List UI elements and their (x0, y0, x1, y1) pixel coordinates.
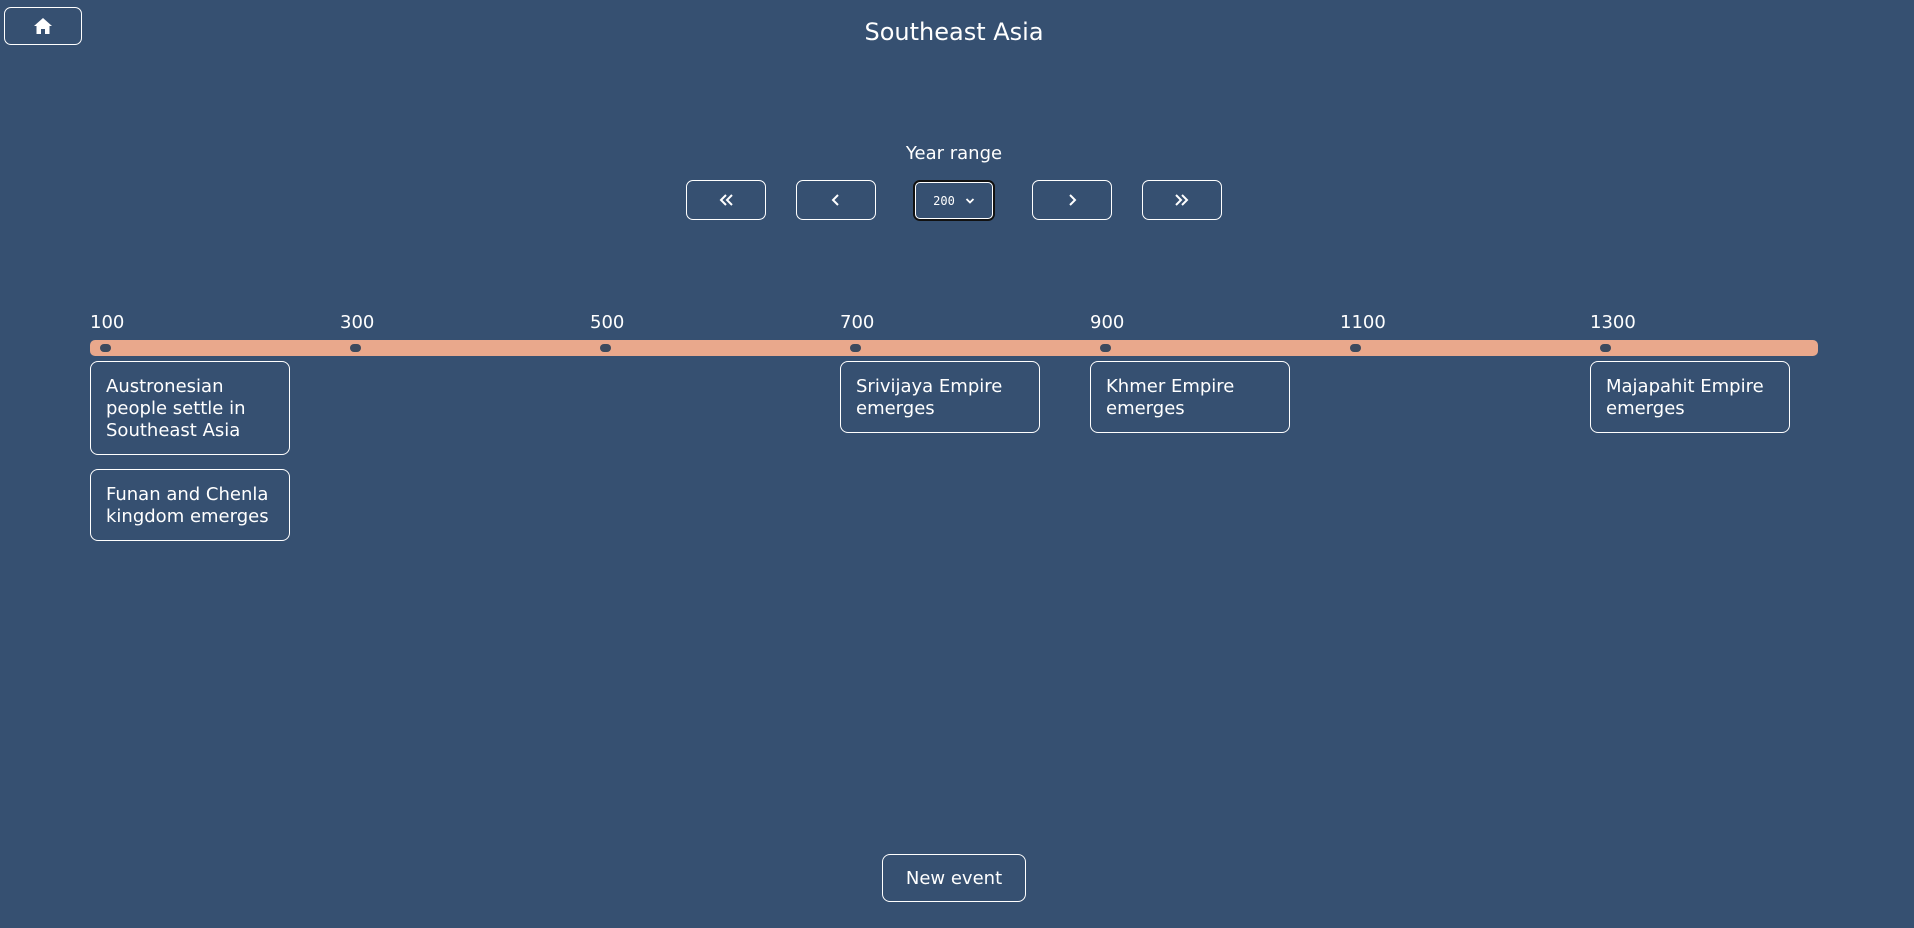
chevron-down-icon (965, 197, 974, 204)
event-card[interactable]: Majapahit Empire emerges (1590, 361, 1790, 433)
event-card[interactable]: Austronesian people settle in Southeast … (90, 361, 290, 455)
year-tick: 1300 (1590, 312, 1636, 333)
year-tick: 900 (1090, 312, 1125, 333)
year-range-label: Year range (905, 143, 1003, 164)
year-tick: 300 (340, 312, 375, 333)
timeline-marker (100, 344, 111, 352)
previous-range-button[interactable] (796, 180, 876, 220)
year-tick: 100 (90, 312, 125, 333)
event-card[interactable]: Funan and Chenla kingdom emerges (90, 469, 290, 541)
timeline-marker (1350, 344, 1361, 352)
timeline-marker (600, 344, 611, 352)
year-tick: 1100 (1340, 312, 1386, 333)
chevron-left-icon (831, 194, 839, 206)
timeline-marker (850, 344, 861, 352)
double-chevron-right-icon (1175, 194, 1189, 206)
last-range-button[interactable] (1142, 180, 1222, 220)
double-chevron-left-icon (719, 194, 733, 206)
new-event-button[interactable]: New event (882, 854, 1026, 902)
timeline-bar (90, 340, 1818, 356)
first-range-button[interactable] (686, 180, 766, 220)
timeline-marker (350, 344, 361, 352)
event-card[interactable]: Srivijaya Empire emerges (840, 361, 1040, 433)
chevron-right-icon (1069, 194, 1077, 206)
year-range-value: 200 (933, 193, 955, 208)
year-tick: 700 (840, 312, 875, 333)
page-title: Southeast Asia (864, 18, 1044, 46)
timeline-marker (1100, 344, 1111, 352)
timeline-marker (1600, 344, 1611, 352)
event-card[interactable]: Khmer Empire emerges (1090, 361, 1290, 433)
year-range-select[interactable]: 200 (913, 180, 995, 221)
next-range-button[interactable] (1032, 180, 1112, 220)
year-tick: 500 (590, 312, 625, 333)
